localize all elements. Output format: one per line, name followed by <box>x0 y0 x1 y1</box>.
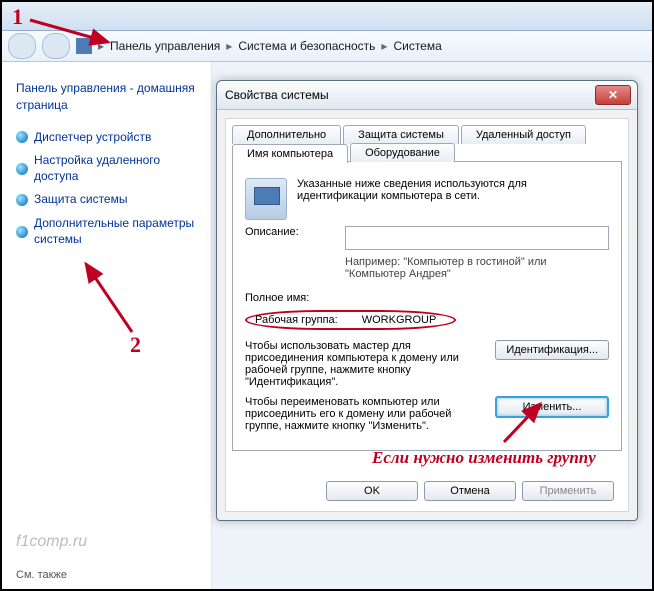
breadcrumb-item[interactable]: Система <box>393 39 441 53</box>
tab-computer-name[interactable]: Имя компьютера <box>232 144 348 163</box>
shield-icon <box>16 131 28 143</box>
sidebar-heading[interactable]: Панель управления - домашняя страница <box>16 80 201 114</box>
breadcrumb-item[interactable]: Система и безопасность <box>238 39 375 53</box>
close-button[interactable]: ✕ <box>595 85 631 105</box>
annotation-number-1: 1 <box>12 4 23 30</box>
sidebar-link-advanced[interactable]: Дополнительные параметры системы <box>16 216 201 247</box>
shield-icon <box>16 226 28 238</box>
tab-row-2: Имя компьютера Оборудование <box>232 143 622 162</box>
window-frame: ▸ Панель управления ▸ Система и безопасн… <box>0 0 654 591</box>
tab-remote[interactable]: Удаленный доступ <box>461 125 586 144</box>
workgroup-label: Рабочая группа: <box>255 314 338 326</box>
annotation-arrow-2 <box>80 260 150 344</box>
intro-text: Указанные ниже сведения используются для… <box>297 178 609 202</box>
close-icon: ✕ <box>608 88 618 102</box>
sidebar-link-protection[interactable]: Защита системы <box>16 192 201 208</box>
description-input[interactable] <box>345 226 609 250</box>
sidebar-footer: См. также <box>16 569 67 581</box>
tab-advanced[interactable]: Дополнительно <box>232 125 341 144</box>
dialog-footer: OK Отмена Применить <box>326 481 614 501</box>
sidebar-link-remote[interactable]: Настройка удаленного доступа <box>16 153 201 184</box>
tab-row-1: Дополнительно Защита системы Удаленный д… <box>232 125 622 144</box>
cancel-button[interactable]: Отмена <box>424 481 516 501</box>
tab-protection[interactable]: Защита системы <box>343 125 459 144</box>
workgroup-value: WORKGROUP <box>362 314 437 326</box>
shield-icon <box>16 163 28 175</box>
dialog-title: Свойства системы <box>225 88 329 102</box>
annotation-arrow-3 <box>496 400 556 454</box>
chevron-right-icon: ▸ <box>226 39 232 53</box>
annotation-note: Если нужно изменить группу <box>372 448 596 468</box>
chevron-right-icon: ▸ <box>381 39 387 53</box>
apply-button[interactable]: Применить <box>522 481 614 501</box>
change-text: Чтобы переименовать компьютер или присое… <box>245 396 485 432</box>
ok-button[interactable]: OK <box>326 481 418 501</box>
identification-button[interactable]: Идентификация... <box>495 340 609 360</box>
breadcrumb-item[interactable]: Панель управления <box>110 39 220 53</box>
workgroup-highlight: Рабочая группа: WORKGROUP <box>245 310 456 330</box>
dialog-titlebar[interactable]: Свойства системы ✕ <box>217 81 637 110</box>
description-label: Описание: <box>245 226 335 238</box>
breadcrumb[interactable]: ▸ Панель управления ▸ Система и безопасн… <box>76 38 442 54</box>
identification-text: Чтобы использовать мастер для присоедине… <box>245 340 485 388</box>
computer-icon <box>245 178 287 220</box>
tab-hardware[interactable]: Оборудование <box>350 143 455 162</box>
description-hint: Например: "Компьютер в гостиной" или "Ко… <box>345 256 609 280</box>
shield-icon <box>16 194 28 206</box>
watermark-logo: f1comp.ru <box>16 533 87 551</box>
tab-panel-computer-name: Указанные ниже сведения используются для… <box>232 161 622 451</box>
sidebar-link-device-manager[interactable]: Диспетчер устройств <box>16 130 201 146</box>
annotation-arrow-1 <box>30 14 120 58</box>
fullname-label: Полное имя: <box>245 292 335 304</box>
